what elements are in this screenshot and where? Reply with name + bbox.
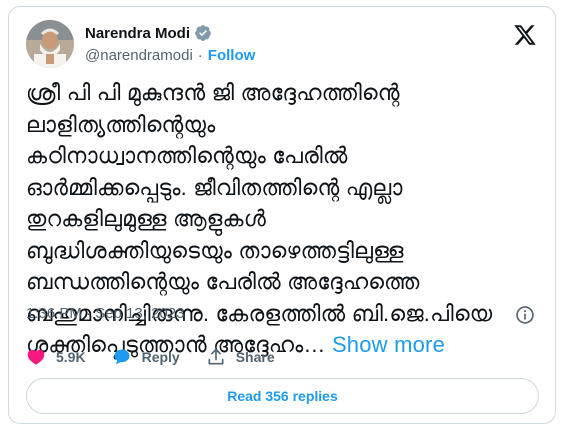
- heart-icon: [27, 349, 45, 365]
- like-button[interactable]: 5.9K: [26, 347, 86, 367]
- author-name[interactable]: Narendra Modi: [85, 25, 190, 42]
- show-more-link[interactable]: Show more: [332, 332, 445, 357]
- read-replies-button[interactable]: Read 356 replies: [26, 378, 539, 414]
- follow-button[interactable]: Follow: [208, 47, 256, 64]
- reply-button[interactable]: Reply: [112, 347, 180, 367]
- verified-badge-icon: [194, 24, 212, 42]
- action-bar: 5.9K Reply Share: [26, 347, 301, 367]
- share-icon: [208, 348, 224, 365]
- avatar-image: [26, 20, 74, 68]
- separator-dot: ·: [197, 47, 203, 64]
- share-button[interactable]: Share: [206, 347, 275, 367]
- author-handle-row: @narendramodi · Follow: [85, 47, 255, 64]
- x-logo-icon[interactable]: [513, 23, 537, 47]
- info-icon[interactable]: [515, 305, 535, 325]
- tweet-timestamp[interactable]: 1:36 PM · Sep 13, 2023: [26, 305, 184, 322]
- author-name-row: Narendra Modi: [85, 24, 212, 42]
- reply-bubble-icon: [114, 349, 130, 364]
- avatar[interactable]: [26, 20, 74, 68]
- author-handle[interactable]: @narendramodi: [85, 47, 193, 64]
- tweet-card: Narendra Modi @narendramodi · Follow ശ്ര…: [8, 6, 556, 424]
- like-count: 5.9K: [56, 349, 86, 365]
- reply-label: Reply: [141, 349, 180, 365]
- share-label: Share: [235, 349, 275, 365]
- read-replies-label: Read 356 replies: [227, 388, 338, 404]
